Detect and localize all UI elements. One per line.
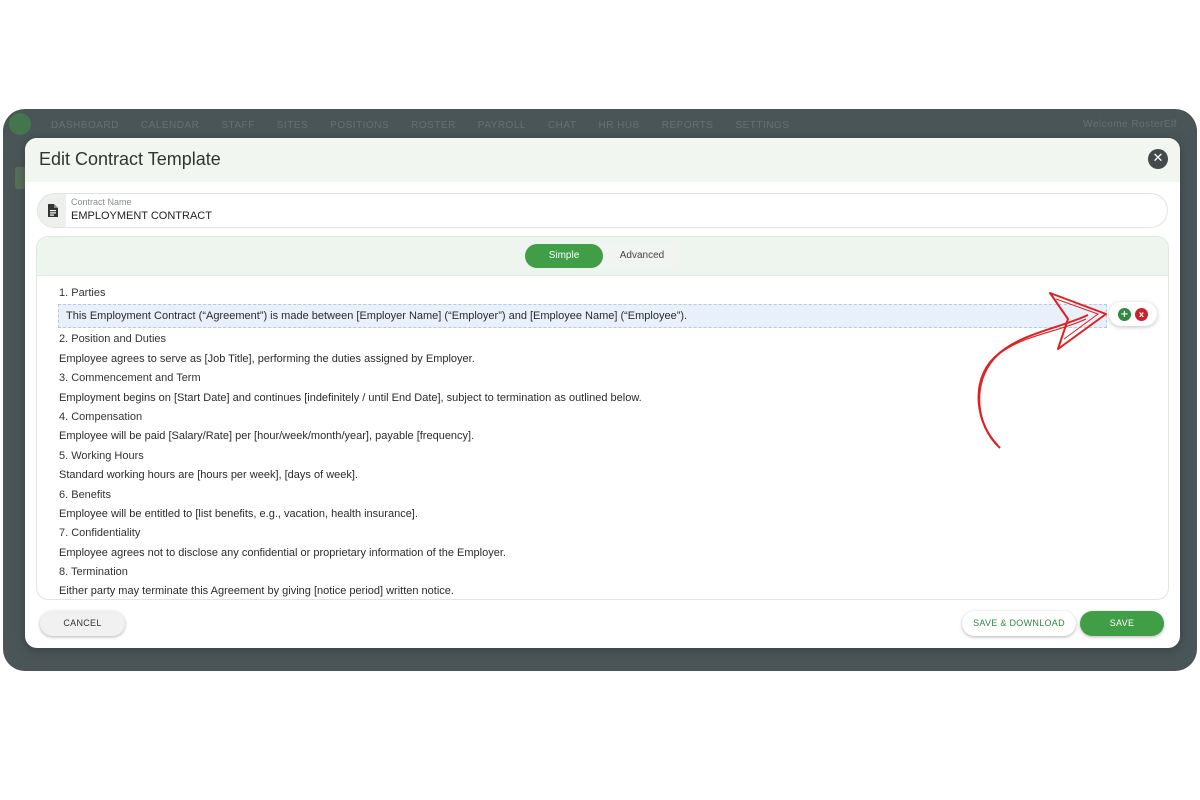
nav-item-payroll[interactable]: PAYROLL: [478, 120, 526, 131]
clause-text[interactable]: Standard working hours are [hours per we…: [59, 466, 1158, 485]
clause-text[interactable]: Employment begins on [Start Date] and co…: [59, 389, 1158, 408]
edit-contract-modal: Edit Contract Template ✕ Contract Name E…: [25, 138, 1180, 648]
save-button[interactable]: SAVE: [1080, 611, 1164, 636]
clause-text[interactable]: Employee agrees to serve as [Job Title],…: [59, 350, 1158, 369]
clause-heading[interactable]: 3. Commencement and Term: [59, 369, 1158, 388]
editor-content[interactable]: 1. Parties This Employment Contract (“Agr…: [58, 284, 1158, 599]
selected-clause-line[interactable]: This Employment Contract (“Agreement”) i…: [58, 304, 1107, 329]
contract-name-label: Contract Name: [71, 197, 132, 207]
close-icon[interactable]: ✕: [1148, 149, 1168, 169]
nav-item-hr-hub[interactable]: HR HUB: [598, 120, 639, 131]
clause-heading[interactable]: 5. Working Hours: [59, 447, 1158, 466]
add-row-icon[interactable]: +: [1118, 307, 1131, 321]
contract-editor: Simple Advanced 1. Parties This Employmen…: [36, 236, 1169, 600]
nav-items: DASHBOARD CALENDAR STAFF SITES POSITIONS ROST…: [51, 120, 789, 131]
nav-item-staff[interactable]: STAFF: [221, 120, 254, 131]
save-download-button[interactable]: SAVE & DOWNLOAD: [962, 611, 1076, 636]
modal-header: Edit Contract Template ✕: [25, 138, 1180, 182]
clause-text[interactable]: Employee will be paid [Salary/Rate] per …: [59, 427, 1158, 446]
document-icon: [38, 194, 66, 227]
app-logo-icon: [9, 113, 31, 135]
clause-text[interactable]: Employee agrees not to disclose any conf…: [59, 544, 1158, 563]
mode-advanced[interactable]: Advanced: [603, 244, 681, 268]
mode-toggle: Simple Advanced: [525, 244, 681, 268]
contract-name-field[interactable]: Contract Name EMPLOYMENT CONTRACT: [37, 193, 1168, 228]
clause-heading[interactable]: 4. Compensation: [59, 408, 1158, 427]
row-actions: + x: [1109, 302, 1157, 326]
remove-row-icon[interactable]: x: [1135, 307, 1148, 321]
nav-item-chat[interactable]: CHAT: [548, 120, 576, 131]
clause-heading[interactable]: 8. Termination: [59, 563, 1158, 582]
clause-heading[interactable]: 1. Parties: [59, 284, 1158, 303]
nav-item-settings[interactable]: SETTINGS: [735, 120, 789, 131]
clause-text[interactable]: Either party may terminate this Agreemen…: [59, 582, 1158, 599]
clause-text[interactable]: Employee will be entitled to [list benef…: [59, 505, 1158, 524]
top-navigation: DASHBOARD CALENDAR STAFF SITES POSITIONS ROST…: [3, 109, 1197, 141]
nav-item-roster[interactable]: ROSTER: [411, 120, 456, 131]
nav-item-calendar[interactable]: CALENDAR: [141, 120, 199, 131]
nav-item-sites[interactable]: SITES: [277, 120, 308, 131]
modal-title: Edit Contract Template: [39, 149, 221, 169]
nav-item-positions[interactable]: POSITIONS: [330, 120, 389, 131]
cancel-button[interactable]: CANCEL: [40, 611, 125, 636]
contract-name-value[interactable]: EMPLOYMENT CONTRACT: [71, 210, 212, 222]
editor-toolbar: Simple Advanced: [37, 237, 1168, 276]
clause-heading[interactable]: 6. Benefits: [59, 486, 1158, 505]
nav-item-reports[interactable]: REPORTS: [662, 120, 714, 131]
mode-simple[interactable]: Simple: [525, 244, 603, 268]
nav-item-dashboard[interactable]: DASHBOARD: [51, 120, 119, 131]
clause-heading[interactable]: 2. Position and Duties: [59, 330, 1158, 349]
clause-heading[interactable]: 7. Confidentiality: [59, 524, 1158, 543]
welcome-text: Welcome RosterElf: [1083, 119, 1177, 130]
